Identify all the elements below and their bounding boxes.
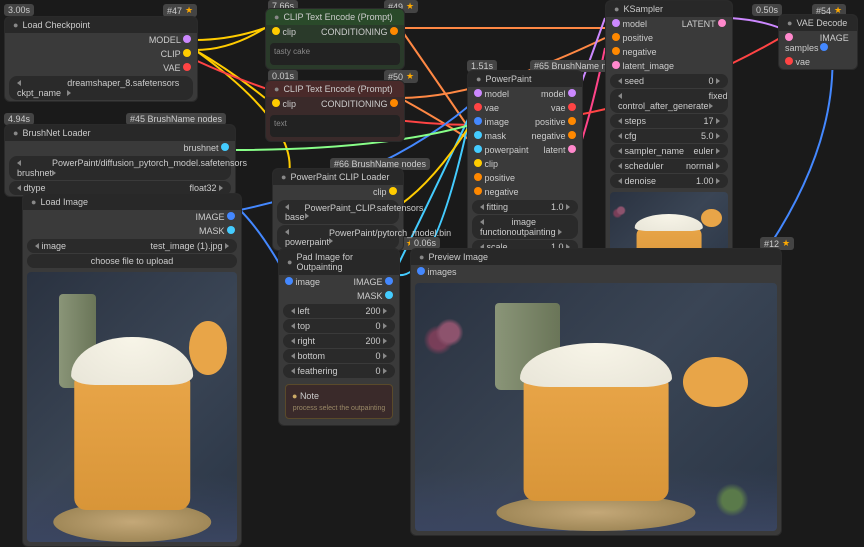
node-title: VAE Decode (796, 18, 847, 28)
image-field[interactable]: imagetest_image (1).jpg (27, 239, 237, 253)
node-title: KSampler (623, 4, 663, 14)
ckpt-name-field[interactable]: ckpt_namedreamshaper_8.safetensors (9, 76, 193, 100)
node-brushnet-loader[interactable]: ●BrushNet Loader brushnet brushnetPowerP… (4, 124, 236, 197)
tag-time-54: 0.50s (752, 4, 782, 16)
node-title: PowerPaint (485, 74, 531, 84)
node-pp-clip-loader[interactable]: ●PowerPaint CLIP Loader clip basePowerPa… (272, 168, 404, 251)
note-box: ● Note process select the outpainting (285, 384, 393, 419)
node-title: BrushNet Loader (22, 128, 90, 138)
node-title: Load Checkpoint (22, 20, 90, 30)
node-title: CLIP Text Encode (Prompt) (283, 12, 392, 22)
node-title: Pad Image for Outpainting (296, 252, 391, 272)
prompt-text[interactable]: text (270, 115, 400, 137)
tag-time-47: 3.00s (4, 4, 34, 16)
node-pad-image[interactable]: ●Pad Image for Outpainting imageIMAGE MA… (278, 248, 400, 426)
brushnet-field[interactable]: brushnetPowerPaint/diffusion_pytorch_mod… (9, 156, 231, 180)
node-clip-negative[interactable]: ●CLIP Text Encode (Prompt) clipCONDITION… (265, 80, 405, 142)
node-load-image[interactable]: ●Load Image IMAGE MASK imagetest_image (… (22, 193, 242, 547)
loaded-image-preview (27, 272, 237, 542)
prompt-text[interactable]: tasty cake (270, 43, 400, 65)
node-ksampler[interactable]: ●KSampler modelLATENT positive negative … (605, 0, 733, 289)
node-title: PowerPaint CLIP Loader (290, 172, 389, 182)
node-load-checkpoint[interactable]: ●Load Checkpoint MODEL CLIP VAE ckpt_nam… (4, 16, 198, 102)
node-preview-image[interactable]: ●Preview Image images (410, 248, 782, 536)
node-vae-decode[interactable]: ●VAE Decode samplesIMAGE vae (778, 14, 858, 70)
node-title: Preview Image (428, 252, 488, 262)
upload-button[interactable]: choose file to upload (27, 254, 237, 268)
preview-canvas (415, 283, 777, 531)
node-title: Load Image (40, 197, 88, 207)
node-clip-positive[interactable]: ●CLIP Text Encode (Prompt) clipCONDITION… (265, 8, 405, 70)
node-title: CLIP Text Encode (Prompt) (283, 84, 392, 94)
